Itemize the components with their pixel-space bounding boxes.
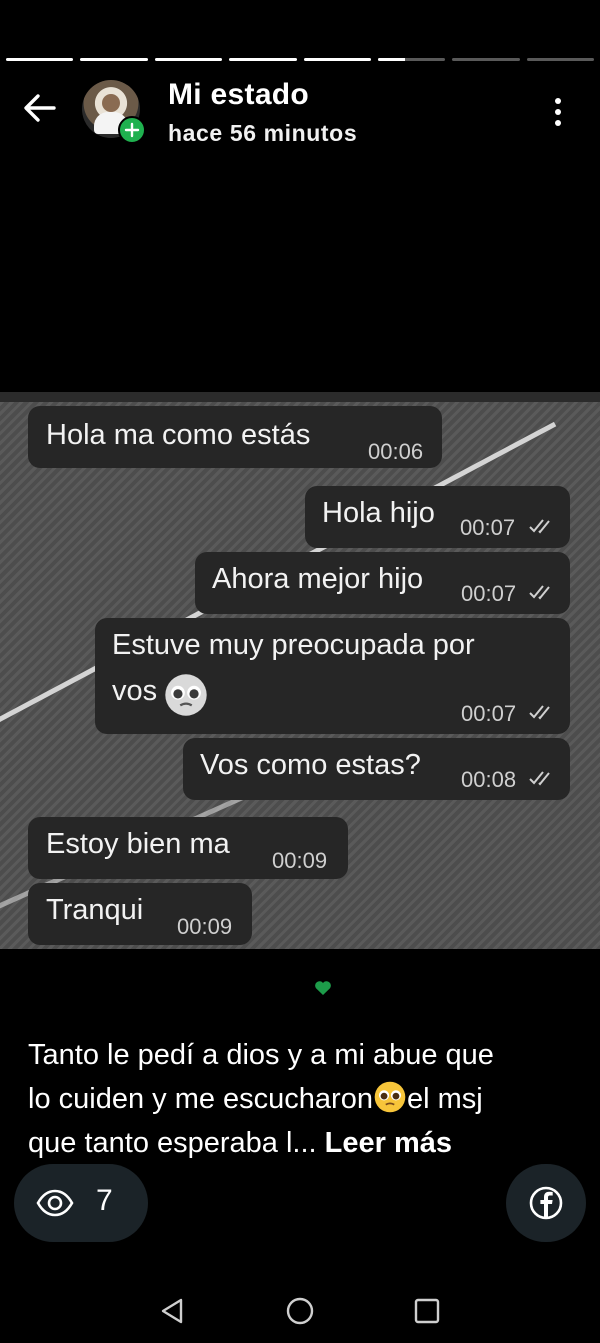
read-ticks-icon (529, 705, 550, 720)
message-bubble: Vos como estas? 00:08 (183, 738, 570, 800)
eye-icon (36, 1189, 74, 1217)
status-caption: Tanto le pedí a dios y a mi abue que lo … (28, 1033, 576, 1165)
views-button[interactable]: 7 (14, 1164, 148, 1242)
nav-home-icon[interactable] (283, 1294, 317, 1328)
progress-segment-fill (229, 58, 297, 61)
progress-segment (452, 58, 520, 61)
message-time: 00:09 (272, 848, 328, 873)
message-time: 00:07 (460, 515, 516, 540)
nav-recents-icon[interactable] (410, 1294, 444, 1328)
pleading-face-emoji-icon (374, 1081, 406, 1113)
heart-icon (315, 981, 331, 995)
facebook-icon (529, 1186, 563, 1220)
caption-line-1: Tanto le pedí a dios y a mi abue que (28, 1039, 494, 1071)
message-text: Hola hijo (322, 497, 435, 529)
progress-segment (526, 58, 594, 61)
read-ticks-icon (529, 585, 550, 600)
progress-segment (377, 58, 446, 61)
pleading-face-icon (165, 674, 207, 716)
message-time: 00:08 (461, 767, 517, 792)
caption-line-2a: lo cuiden y me escucharon (28, 1083, 373, 1115)
add-status-icon[interactable] (118, 116, 146, 144)
message-bubble: Estoy bien ma 00:09 (28, 817, 348, 879)
message-text-line2: vos (112, 675, 158, 707)
avatar-face (102, 94, 120, 112)
message-bubble: Hola ma como estás 00:06 (28, 406, 442, 468)
facebook-share-button[interactable] (506, 1164, 586, 1242)
progress-segment (154, 58, 223, 61)
message-bubble: Estuve muy preocupada por vos 00:07 (95, 618, 570, 734)
views-count: 7 (96, 1184, 113, 1217)
progress-segment (6, 58, 74, 61)
caption-line-3: que tanto esperaba l... (28, 1127, 325, 1159)
progress-segment-fill (154, 58, 223, 61)
progress-segment-fill (303, 58, 371, 61)
message-bubble: Hola hijo 00:07 (305, 486, 570, 548)
caption-line-2b: el msj (406, 1083, 483, 1115)
progress-segment (303, 58, 371, 61)
message-time: 00:07 (461, 581, 517, 606)
message-bubble: Ahora mejor hijo 00:07 (195, 552, 570, 614)
progress-segment-fill (80, 58, 148, 61)
message-bubble: Tranqui 00:09 (28, 883, 252, 945)
read-ticks-icon (529, 771, 550, 786)
message-text: Vos como estas? (200, 749, 421, 781)
message-text: Tranqui (46, 894, 144, 926)
message-text: Hola ma como estás (46, 419, 311, 451)
story-progress-bar (6, 58, 594, 62)
status-header: Mi estado hace 56 minutos (0, 78, 600, 148)
progress-segment-fill (377, 58, 405, 61)
message-text: Ahora mejor hijo (212, 563, 424, 595)
system-navigation-bar (0, 1276, 600, 1343)
progress-segment (229, 58, 297, 61)
progress-segment (80, 58, 148, 61)
message-time: 00:07 (461, 701, 517, 726)
more-options-icon[interactable] (538, 94, 578, 130)
progress-segment-fill (6, 58, 74, 61)
message-text: Estoy bien ma (46, 828, 230, 860)
status-image: Hola ma como estás 00:06 Hola hijo 00:07… (0, 392, 600, 949)
status-time: hace 56 minutos (168, 120, 358, 146)
message-time: 00:06 (368, 439, 424, 464)
status-title: Mi estado (168, 78, 310, 111)
back-arrow-icon[interactable] (22, 90, 58, 126)
message-time: 00:09 (177, 914, 233, 939)
nav-back-icon[interactable] (155, 1294, 189, 1328)
message-text: Estuve muy preocupada por (112, 629, 475, 661)
read-ticks-icon (529, 519, 550, 534)
read-more-link[interactable]: Leer más (325, 1127, 452, 1159)
